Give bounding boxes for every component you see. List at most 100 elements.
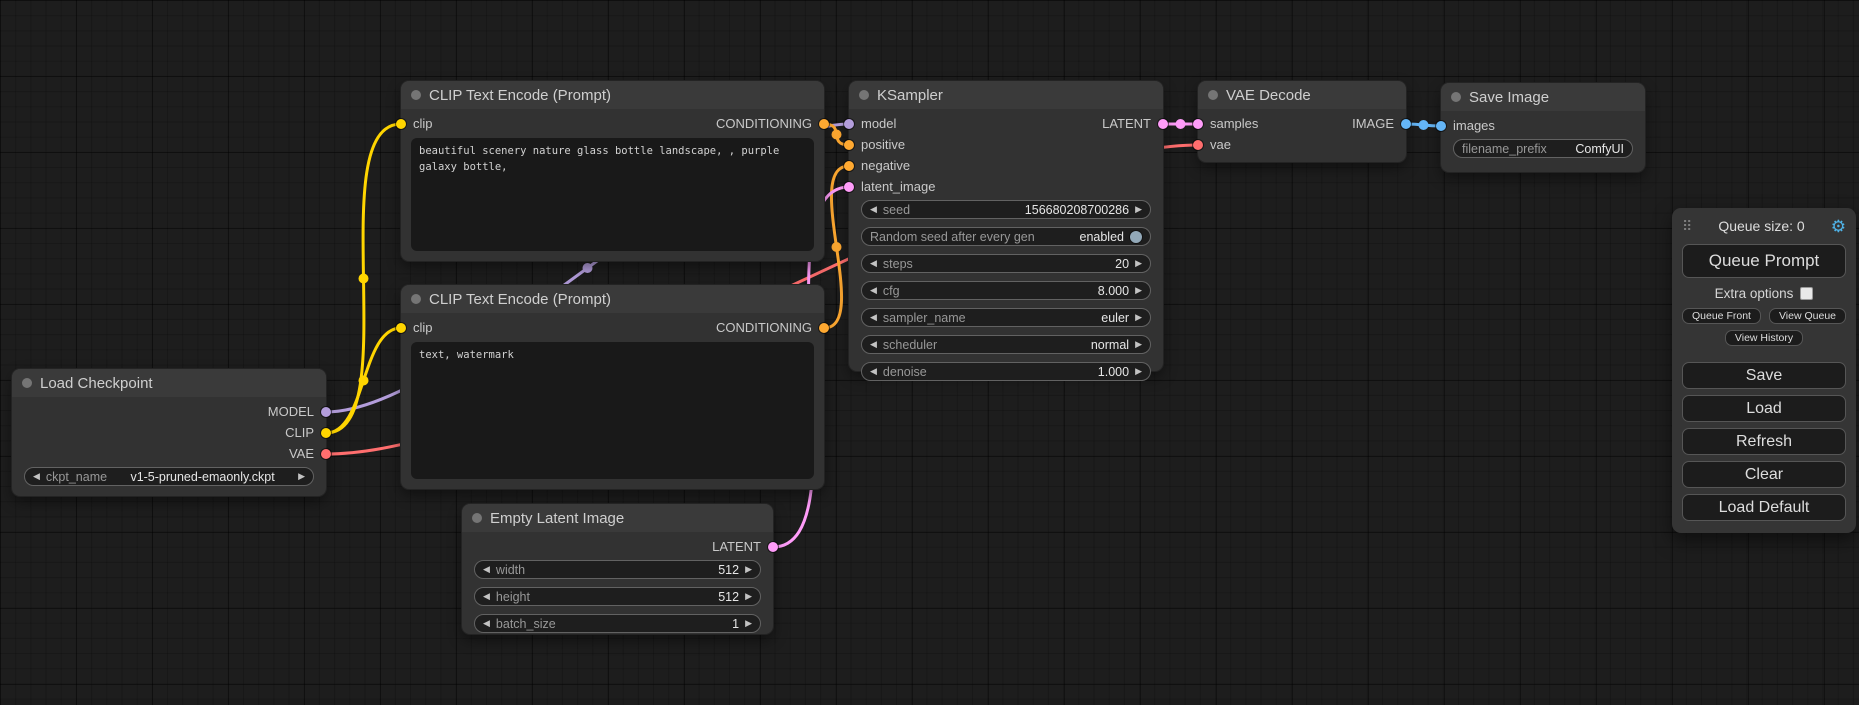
increment-arrow-icon[interactable]: ▶ — [1135, 259, 1142, 268]
increment-arrow-icon[interactable]: ▶ — [745, 565, 752, 574]
decrement-arrow-icon[interactable]: ◀ — [483, 592, 490, 601]
node-title-bar[interactable]: VAE Decode — [1198, 81, 1406, 109]
decrement-arrow-icon[interactable]: ◀ — [483, 619, 490, 628]
drag-handle-icon[interactable]: ⠿ — [1682, 218, 1692, 235]
view-queue-button[interactable]: View Queue — [1769, 308, 1846, 324]
conditioning-output-dot[interactable] — [819, 119, 829, 129]
node-title-bar[interactable]: CLIP Text Encode (Prompt) — [401, 81, 824, 109]
load-default-button[interactable]: Load Default — [1682, 494, 1846, 521]
height-widget[interactable]: ◀ height 512 ▶ — [474, 587, 761, 606]
node-title-bar[interactable]: Load Checkpoint — [12, 369, 326, 397]
link-midpoint-dot[interactable] — [582, 263, 592, 273]
filename-prefix-widget[interactable]: filename_prefix ComfyUI — [1453, 139, 1633, 158]
node-save-image[interactable]: Save Image images filename_prefix ComfyU… — [1441, 83, 1645, 172]
clip-input-dot[interactable] — [396, 119, 406, 129]
image-output-dot[interactable] — [1401, 119, 1411, 129]
increment-arrow-icon[interactable]: ▶ — [1135, 340, 1142, 349]
scheduler-widget[interactable]: ◀ scheduler normal ▶ — [861, 335, 1151, 354]
load-button[interactable]: Load — [1682, 395, 1846, 422]
positive-input-dot[interactable] — [844, 140, 854, 150]
clip-input-label: clip — [413, 116, 433, 131]
extra-options-checkbox[interactable] — [1800, 287, 1813, 300]
decrement-arrow-icon[interactable]: ◀ — [483, 565, 490, 574]
node-status-dot — [1451, 92, 1461, 102]
refresh-button[interactable]: Refresh — [1682, 428, 1846, 455]
increment-arrow-icon[interactable]: ▶ — [1135, 205, 1142, 214]
decrement-arrow-icon[interactable]: ◀ — [870, 286, 877, 295]
latent-image-input-label: latent_image — [861, 179, 935, 194]
node-status-dot — [472, 513, 482, 523]
batch-size-widget[interactable]: ◀ batch_size 1 ▶ — [474, 614, 761, 633]
node-title-bar[interactable]: CLIP Text Encode (Prompt) — [401, 285, 824, 313]
decrement-arrow-icon[interactable]: ◀ — [870, 205, 877, 214]
increment-arrow-icon[interactable]: ▶ — [745, 592, 752, 601]
steps-widget[interactable]: ◀ steps 20 ▶ — [861, 254, 1151, 273]
widget-value: v1-5-pruned-emaonly.ckpt — [130, 470, 274, 484]
link-midpoint-dot[interactable] — [832, 242, 842, 252]
node-title: KSampler — [877, 87, 943, 104]
save-button[interactable]: Save — [1682, 362, 1846, 389]
negative-input-label: negative — [861, 158, 910, 173]
node-load-checkpoint[interactable]: Load Checkpoint MODEL CLIP VAE ◀ ckpt_na… — [12, 369, 326, 496]
node-title: CLIP Text Encode (Prompt) — [429, 87, 611, 104]
queue-prompt-button[interactable]: Queue Prompt — [1682, 244, 1846, 278]
sampler-name-widget[interactable]: ◀ sampler_name euler ▶ — [861, 308, 1151, 327]
widget-label: cfg — [883, 284, 900, 298]
link-midpoint-dot[interactable] — [359, 376, 369, 386]
prompt-text-field[interactable]: text, watermark — [411, 342, 814, 479]
node-clip-text-encode-negative[interactable]: CLIP Text Encode (Prompt) clip CONDITION… — [401, 285, 824, 489]
node-title-bar[interactable]: Empty Latent Image — [462, 504, 773, 532]
conditioning-output-dot[interactable] — [819, 323, 829, 333]
queue-size-label: Queue size: 0 — [1698, 218, 1824, 234]
vae-input-dot[interactable] — [1193, 140, 1203, 150]
seed-widget[interactable]: ◀ seed 156680208700286 ▶ — [861, 200, 1151, 219]
decrement-arrow-icon[interactable]: ◀ — [870, 313, 877, 322]
width-widget[interactable]: ◀ width 512 ▶ — [474, 560, 761, 579]
ckpt-name-widget[interactable]: ◀ ckpt_name v1-5-pruned-emaonly.ckpt ▶ — [24, 467, 314, 486]
model-input-dot[interactable] — [844, 119, 854, 129]
increment-arrow-icon[interactable]: ▶ — [298, 472, 305, 481]
negative-input-dot[interactable] — [844, 161, 854, 171]
view-history-button[interactable]: View History — [1725, 330, 1803, 346]
latent-output-dot[interactable] — [1158, 119, 1168, 129]
queue-front-button[interactable]: Queue Front — [1682, 308, 1761, 324]
decrement-arrow-icon[interactable]: ◀ — [33, 472, 40, 481]
link-midpoint-dot[interactable] — [1176, 119, 1186, 129]
decrement-arrow-icon[interactable]: ◀ — [870, 340, 877, 349]
clip-input-label: clip — [413, 320, 433, 335]
vae-output-dot[interactable] — [321, 449, 331, 459]
node-title: Save Image — [1469, 89, 1549, 106]
samples-input-dot[interactable] — [1193, 119, 1203, 129]
increment-arrow-icon[interactable]: ▶ — [745, 619, 752, 628]
cfg-widget[interactable]: ◀ cfg 8.000 ▶ — [861, 281, 1151, 300]
widget-label: seed — [883, 203, 910, 217]
toggle-knob[interactable] — [1130, 231, 1142, 243]
random-seed-toggle-widget[interactable]: Random seed after every gen enabled — [861, 227, 1151, 246]
link-midpoint-dot[interactable] — [832, 130, 842, 140]
latent-image-input-dot[interactable] — [844, 182, 854, 192]
denoise-widget[interactable]: ◀ denoise 1.000 ▶ — [861, 362, 1151, 381]
node-empty-latent-image[interactable]: Empty Latent Image LATENT ◀ width 512 ▶ … — [462, 504, 773, 634]
increment-arrow-icon[interactable]: ▶ — [1135, 313, 1142, 322]
decrement-arrow-icon[interactable]: ◀ — [870, 367, 877, 376]
node-graph-canvas[interactable]: Load Checkpoint MODEL CLIP VAE ◀ ckpt_na… — [0, 0, 1859, 705]
prompt-text-field[interactable]: beautiful scenery nature glass bottle la… — [411, 138, 814, 251]
link-midpoint-dot[interactable] — [1419, 120, 1429, 130]
model-output-dot[interactable] — [321, 407, 331, 417]
widget-value: 20 — [1115, 257, 1129, 271]
node-clip-text-encode-positive[interactable]: CLIP Text Encode (Prompt) clip CONDITION… — [401, 81, 824, 261]
clip-output-dot[interactable] — [321, 428, 331, 438]
clip-input-dot[interactable] — [396, 323, 406, 333]
node-ksampler[interactable]: KSampler model LATENT positive negative … — [849, 81, 1163, 371]
latent-output-dot[interactable] — [768, 542, 778, 552]
node-vae-decode[interactable]: VAE Decode samples IMAGE vae — [1198, 81, 1406, 162]
images-input-dot[interactable] — [1436, 121, 1446, 131]
decrement-arrow-icon[interactable]: ◀ — [870, 259, 877, 268]
settings-gear-icon[interactable]: ⚙ — [1831, 218, 1846, 235]
node-title-bar[interactable]: KSampler — [849, 81, 1163, 109]
link-midpoint-dot[interactable] — [359, 274, 369, 284]
increment-arrow-icon[interactable]: ▶ — [1135, 286, 1142, 295]
node-title-bar[interactable]: Save Image — [1441, 83, 1645, 111]
increment-arrow-icon[interactable]: ▶ — [1135, 367, 1142, 376]
clear-button[interactable]: Clear — [1682, 461, 1846, 488]
